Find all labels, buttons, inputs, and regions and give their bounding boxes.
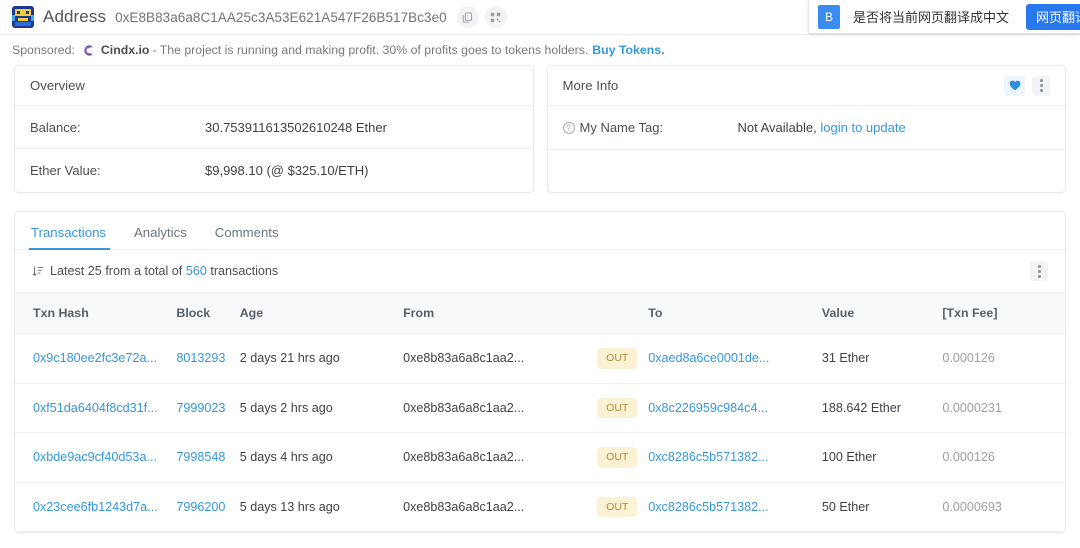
- col-txn-fee: [Txn Fee]: [942, 292, 1065, 334]
- cindx-logo-icon: [82, 43, 96, 57]
- value-cell: 188.642 Ether: [821, 383, 943, 433]
- age-cell: 5 days 13 hrs ago: [239, 482, 404, 532]
- direction-badge: OUT: [597, 496, 638, 517]
- to-address-link[interactable]: 0xc8286c5b571382...: [648, 450, 768, 464]
- direction-badge: OUT: [597, 348, 638, 369]
- block-link[interactable]: 8013293: [176, 351, 225, 365]
- txn-hash-link[interactable]: 0xbde9ac9cf40d53a...: [33, 450, 157, 464]
- from-address-cell: 0xe8b83a6a8c1aa2...: [403, 432, 598, 483]
- ether-value-row: Ether Value: $9,998.10 (@ $325.10/ETH): [15, 149, 533, 192]
- txn-fee-cell: 0.000126: [942, 432, 1065, 483]
- translate-prompt-bar: B 是否将当前网页翻译成中文 网页翻译: [807, 0, 1080, 34]
- translate-prompt-message: 是否将当前网页翻译成中文: [852, 10, 1009, 25]
- col-direction: [597, 292, 649, 334]
- col-value: Value: [821, 292, 943, 334]
- block-link[interactable]: 7998548: [176, 450, 225, 464]
- overview-card: Overview Balance: 30.753911613502610248 …: [14, 65, 534, 193]
- summary-cards: Overview Balance: 30.753911613502610248 …: [0, 65, 1080, 193]
- transactions-table: Txn Hash Block Age From To Value [Txn Fe…: [15, 292, 1065, 532]
- tx-total-count-link[interactable]: 560: [186, 264, 207, 278]
- col-to: To: [648, 292, 822, 334]
- table-row: 0xf51da6404f8cd31f... 7999023 5 days 2 h…: [15, 383, 1065, 433]
- direction-badge: OUT: [597, 397, 638, 418]
- address-identicon-avatar: [12, 6, 34, 28]
- login-to-update-link[interactable]: login to update: [820, 120, 905, 135]
- txn-fee-cell: 0.0000693: [942, 482, 1065, 532]
- from-address-cell: 0xe8b83a6a8c1aa2...: [403, 482, 598, 532]
- age-cell: 5 days 2 hrs ago: [239, 383, 404, 433]
- tab-transactions[interactable]: Transactions: [29, 225, 120, 250]
- txn-hash-link[interactable]: 0x23cee6fb1243d7a...: [33, 500, 158, 514]
- direction-badge: OUT: [597, 447, 638, 468]
- buy-tokens-link[interactable]: Buy Tokens.: [592, 43, 664, 57]
- name-tag-label-wrap: ? My Name Tag:: [562, 120, 738, 135]
- txn-hash-link[interactable]: 0x9c180ee2fc3e72a...: [33, 351, 157, 365]
- address-value: 0xE8B83a6a8C1AA25c3A53E621A547F26B517Bc3…: [115, 9, 447, 25]
- name-tag-value: Not Available,: [737, 120, 817, 135]
- value-cell: 31 Ether: [821, 333, 943, 384]
- sort-descending-icon[interactable]: [32, 265, 44, 277]
- transactions-kebab-menu-icon[interactable]: [1030, 261, 1048, 281]
- value-cell: 50 Ether: [821, 482, 943, 532]
- table-header-row: Txn Hash Block Age From To Value [Txn Fe…: [15, 292, 1065, 334]
- to-address-link[interactable]: 0x8c226959c984c4...: [648, 401, 768, 415]
- transactions-table-body: 0x9c180ee2fc3e72a... 8013293 2 days 21 h…: [15, 333, 1065, 532]
- tx-meta-actions: [1030, 261, 1048, 281]
- block-link[interactable]: 7999023: [176, 401, 225, 415]
- col-txn-hash: Txn Hash: [15, 292, 177, 334]
- transactions-meta-row: Latest 25 from a total of 560 transactio…: [15, 250, 1065, 292]
- sponsored-label: Sponsored:: [12, 43, 75, 57]
- tab-comments[interactable]: Comments: [201, 225, 293, 249]
- more-info-actions: [1004, 75, 1050, 96]
- balance-row: Balance: 30.753911613502610248 Ether: [15, 106, 533, 149]
- more-info-kebab-menu-icon[interactable]: [1032, 75, 1050, 96]
- more-info-title: More Info: [562, 78, 619, 93]
- age-cell: 2 days 21 hrs ago: [239, 333, 404, 384]
- balance-value: 30.753911613502610248 Ether: [205, 119, 387, 135]
- name-tag-label: My Name Tag:: [579, 120, 664, 135]
- page-title: Address: [43, 7, 107, 26]
- block-link[interactable]: 7996200: [176, 500, 225, 514]
- name-tag-value-wrap: Not Available, login to update: [738, 120, 906, 135]
- table-row: 0x9c180ee2fc3e72a... 8013293 2 days 21 h…: [15, 333, 1065, 384]
- panel-tabs: Transactions Analytics Comments: [15, 212, 1065, 250]
- heart-icon[interactable]: [1004, 75, 1025, 96]
- from-address-cell: 0xe8b83a6a8c1aa2...: [403, 333, 598, 384]
- to-address-link[interactable]: 0xaed8a6ce0001de...: [648, 351, 769, 365]
- translate-page-button[interactable]: 网页翻译: [1025, 3, 1080, 30]
- copy-icon[interactable]: [456, 6, 479, 28]
- ether-value-label: Ether Value:: [30, 163, 101, 178]
- age-cell: 5 days 4 hrs ago: [239, 432, 404, 483]
- sponsored-banner: Sponsored: Cindx.io - The project is run…: [0, 35, 1080, 65]
- overview-title: Overview: [30, 78, 85, 93]
- col-block: Block: [176, 292, 240, 334]
- txn-fee-cell: 0.0000231: [942, 383, 1065, 433]
- balance-label: Balance:: [30, 119, 81, 135]
- col-age: Age: [239, 292, 404, 334]
- more-info-card: More Info ? My Name Tag: Not Available, …: [546, 65, 1066, 193]
- ether-value-amount: $9,998.10 (@ $325.10/ETH): [205, 163, 369, 178]
- tx-count-suffix: transactions: [210, 264, 279, 278]
- more-info-empty-space: [548, 150, 1066, 186]
- sponsor-name[interactable]: Cindx.io: [101, 43, 150, 57]
- txn-fee-cell: 0.000126: [942, 333, 1065, 384]
- table-row: 0x23cee6fb1243d7a... 7996200 5 days 13 h…: [15, 482, 1065, 532]
- more-info-card-header: More Info: [547, 66, 1065, 106]
- baidu-translate-icon: B: [817, 4, 840, 29]
- transactions-panel: Transactions Analytics Comments Latest 2…: [14, 211, 1066, 533]
- txn-hash-link[interactable]: 0xf51da6404f8cd31f...: [33, 401, 158, 415]
- question-mark-icon: ?: [562, 121, 575, 134]
- overview-card-header: Overview: [15, 66, 533, 106]
- value-cell: 100 Ether: [821, 432, 943, 483]
- tx-count-prefix: Latest 25 from a total of: [50, 264, 183, 278]
- page-header: Address 0xE8B83a6a8C1AA25c3A53E621A547F2…: [0, 0, 1080, 34]
- from-address-cell: 0xe8b83a6a8c1aa2...: [403, 383, 598, 433]
- table-row: 0xbde9ac9cf40d53a... 7998548 5 days 4 hr…: [15, 432, 1065, 483]
- sponsor-text: - The project is running and making prof…: [152, 43, 589, 57]
- col-from: From: [403, 292, 598, 334]
- to-address-link[interactable]: 0xc8286c5b571382...: [648, 500, 768, 514]
- name-tag-row: ? My Name Tag: Not Available, login to u…: [547, 106, 1065, 150]
- qr-code-icon[interactable]: [484, 6, 507, 28]
- tab-analytics[interactable]: Analytics: [120, 225, 201, 249]
